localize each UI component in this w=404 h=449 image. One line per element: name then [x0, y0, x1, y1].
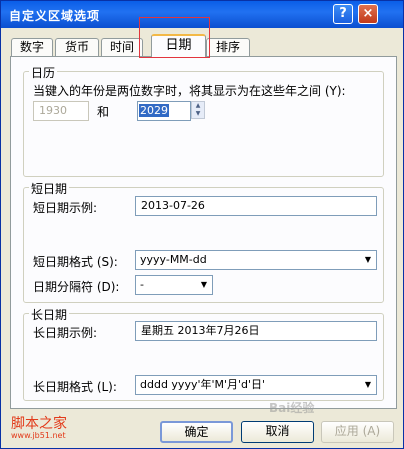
close-icon: × — [362, 6, 374, 21]
two-digit-year-description: 当键入的年份是两位数字时，将其显示为在这些年之间 (Y): — [33, 84, 346, 98]
short-date-format-value: yyyy-MM-dd — [140, 253, 207, 266]
baidu-watermark: Bai经验 — [269, 401, 315, 415]
chevron-down-icon[interactable]: ▼ — [361, 377, 375, 393]
short-date-format-label: 短日期格式 (S): — [33, 255, 118, 269]
long-date-sample-label: 长日期示例: — [33, 326, 98, 340]
help-icon: ? — [339, 6, 347, 21]
site-watermark: 脚本之家 — [11, 416, 67, 432]
chevron-down-icon[interactable]: ▼ — [361, 252, 375, 268]
ok-button[interactable]: 确定 — [160, 421, 233, 443]
end-year-spinner[interactable]: ▲ ▼ — [191, 101, 205, 119]
calendar-group-title: 日历 — [29, 64, 58, 81]
end-year-field[interactable]: 2029 — [137, 101, 191, 121]
date-separator-label: 日期分隔符 (D): — [33, 280, 120, 294]
site-watermark-url: www.jb51.net — [11, 431, 66, 440]
long-date-sample-field: 星期五 2013年7月26日 — [135, 321, 377, 341]
custom-regional-options-dialog: 自定义区域选项 ? × 数字 货币 时间 日期 排序 日历 当键入的年份是两位数… — [0, 0, 404, 449]
tab-currency[interactable]: 货币 — [55, 38, 99, 56]
end-year-value: 2029 — [139, 104, 169, 117]
apply-button[interactable]: 应用 (A) — [321, 421, 394, 443]
start-year-field: 1930 — [33, 101, 89, 121]
date-separator-value: - — [140, 278, 144, 291]
chevron-down-icon[interactable]: ▼ — [197, 277, 211, 293]
and-label: 和 — [97, 105, 110, 119]
tab-numbers[interactable]: 数字 — [11, 38, 53, 56]
window-title: 自定义区域选项 — [9, 9, 101, 23]
tab-sort[interactable]: 排序 — [206, 38, 250, 56]
cancel-button[interactable]: 取消 — [241, 421, 314, 443]
long-date-format-select[interactable]: dddd yyyy'年'M'月'd'日' ▼ — [135, 375, 377, 395]
close-button[interactable]: × — [358, 4, 378, 24]
date-separator-select[interactable]: - ▼ — [135, 275, 213, 295]
highlight-box — [139, 17, 210, 58]
short-date-sample-field: 2013-07-26 — [135, 196, 377, 216]
short-date-sample-label: 短日期示例: — [33, 201, 98, 215]
long-date-format-value: dddd yyyy'年'M'月'd'日' — [140, 378, 266, 391]
long-date-group-title: 长日期 — [29, 306, 70, 323]
help-button[interactable]: ? — [333, 4, 353, 24]
short-date-format-select[interactable]: yyyy-MM-dd ▼ — [135, 250, 377, 270]
tab-time[interactable]: 时间 — [101, 38, 143, 56]
short-date-group-title: 短日期 — [29, 180, 70, 197]
long-date-format-label: 长日期格式 (L): — [33, 380, 117, 394]
